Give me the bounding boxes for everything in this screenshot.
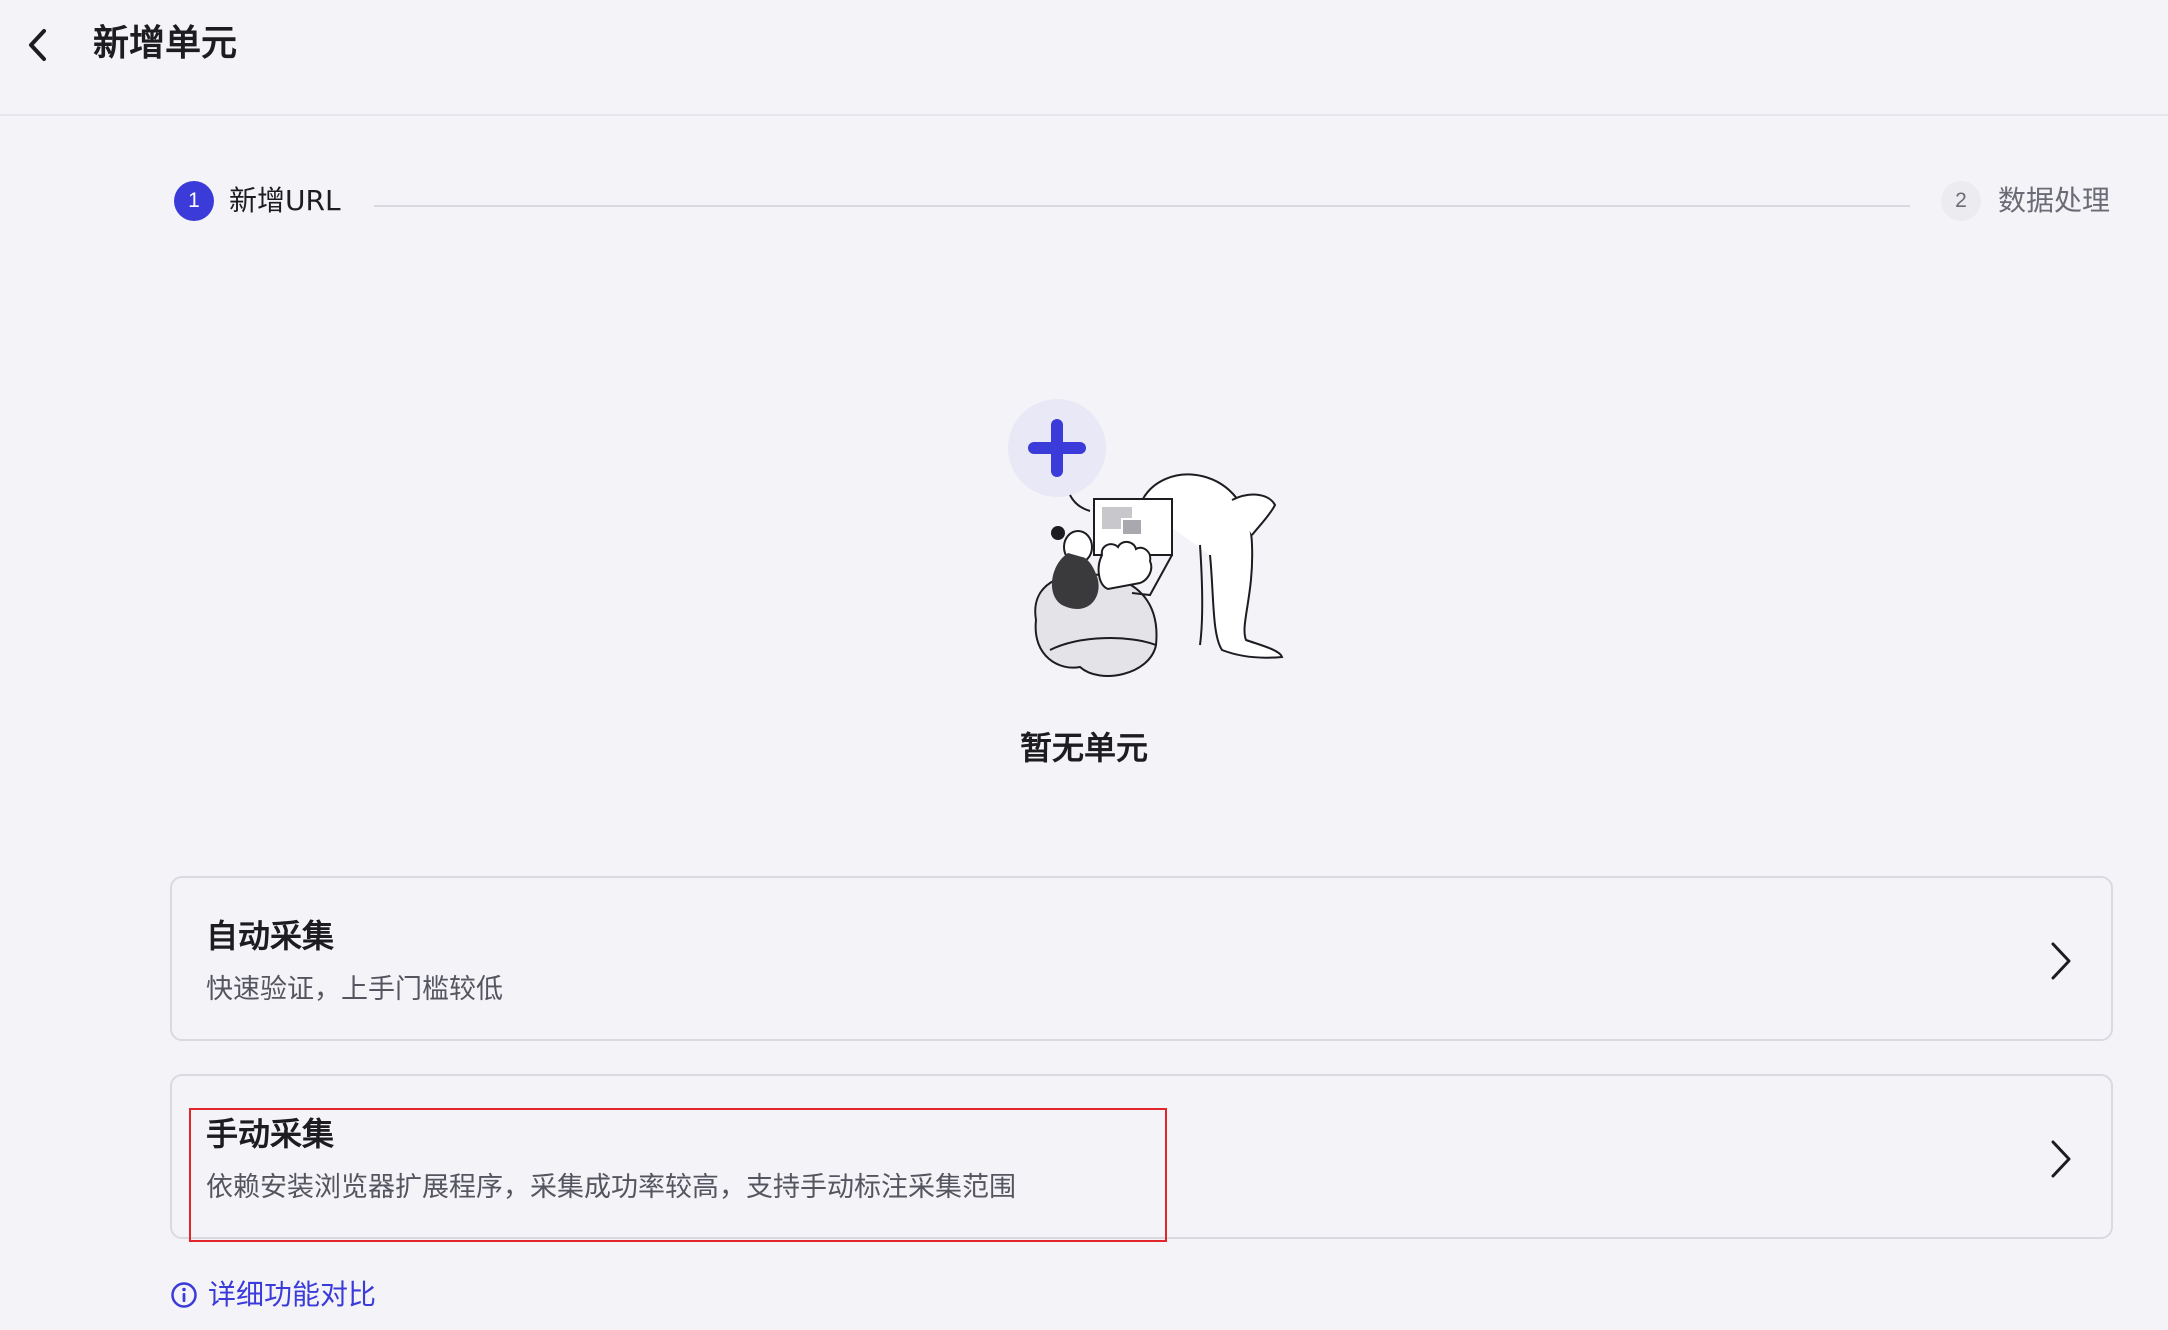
- page-title: 新增单元: [93, 23, 238, 64]
- manual-collect-option[interactable]: 手动采集 依赖安装浏览器扩展程序，采集成功率较高，支持手动标注采集范围: [170, 1074, 2113, 1239]
- step-2-number: 2: [1941, 181, 1981, 221]
- option-title: 自动采集: [206, 917, 335, 955]
- page: 新增单元 1 新增URL 2 数据处理 暂无单元 自动采集 快速验证，上手门槛较…: [0, 0, 2168, 1330]
- feature-compare-link[interactable]: 详细功能对比: [170, 1275, 376, 1315]
- header: 新增单元: [0, 0, 2168, 116]
- auto-collect-option[interactable]: 自动采集 快速验证，上手门槛较低: [170, 876, 2113, 1041]
- option-description: 快速验证，上手门槛较低: [206, 974, 503, 1005]
- chevron-right-icon: [2051, 1140, 2071, 1178]
- plus-icon: [1008, 399, 1106, 512]
- chevron-left-icon: [29, 29, 46, 61]
- chevron-right-icon: [2051, 942, 2071, 980]
- step-connector: [374, 205, 1910, 207]
- feature-compare-label: 详细功能对比: [208, 1278, 377, 1311]
- empty-state-illustration: [1008, 399, 1284, 677]
- option-description: 依赖安装浏览器扩展程序，采集成功率较高，支持手动标注采集范围: [206, 1172, 1016, 1203]
- steps-indicator: 1 新增URL 2 数据处理: [172, 178, 2112, 224]
- back-button[interactable]: [18, 22, 58, 68]
- step-1-label: 新增URL: [229, 184, 341, 217]
- option-title: 手动采集: [206, 1115, 335, 1153]
- step-1-number: 1: [174, 181, 214, 221]
- empty-state-text: 暂无单元: [1019, 729, 1148, 767]
- step-2-label: 数据处理: [1998, 184, 2111, 217]
- info-circle-icon: [171, 1282, 197, 1308]
